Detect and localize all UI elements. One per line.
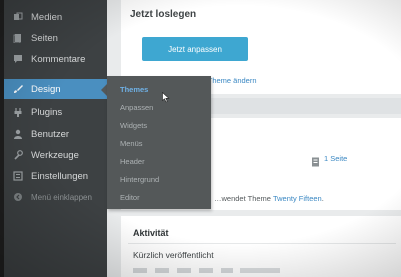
divider (128, 243, 396, 244)
design-submenu: Themes Anpassen Widgets Menüs Header Hin… (107, 76, 211, 209)
sidebar-item-design[interactable]: Design (4, 79, 107, 99)
sidebar-item-label: Einstellungen (31, 170, 89, 182)
plugin-icon (13, 107, 23, 117)
sidebar-item-label: Design (31, 83, 61, 95)
theme-info-suffix: . (321, 194, 324, 203)
media-icon (13, 12, 23, 22)
sidebar-item-label: Benutzer (31, 128, 70, 140)
sidebar-item-users[interactable]: Benutzer (4, 124, 107, 144)
submenu-item-themes[interactable]: Themes (120, 85, 148, 94)
activity-row-blurred (240, 268, 280, 273)
pages-count-icon (311, 154, 320, 172)
pages-icon (13, 33, 23, 43)
sidebar-item-tools[interactable]: Werkzeuge (4, 145, 107, 165)
sidebar-item-settings[interactable]: Einstellungen (4, 166, 107, 186)
collapse-icon (13, 192, 23, 202)
submenu-item-menus[interactable]: Menüs (120, 139, 143, 148)
admin-sidebar: Medien Seiten Kommentare Design Plugins (4, 0, 107, 277)
settings-icon (13, 171, 23, 181)
theme-info: …wendet Theme Twenty Fifteen. (214, 194, 324, 203)
wp-admin-screen: Medien Seiten Kommentare Design Plugins (4, 0, 401, 277)
comments-icon (13, 54, 23, 64)
sidebar-item-label: Plugins (31, 106, 63, 118)
welcome-heading: Jetzt loslegen (130, 9, 197, 20)
activity-heading: Aktivität (133, 228, 169, 238)
recently-published-heading: Kürzlich veröffentlicht (133, 250, 214, 260)
user-icon (13, 129, 23, 139)
sidebar-item-label: Seiten (31, 32, 58, 44)
theme-info-prefix: …wendet Theme (214, 194, 273, 203)
activity-row-blurred (133, 268, 233, 273)
sidebar-item-media[interactable]: Medien (4, 7, 107, 27)
collapse-menu-button[interactable]: Menü einklappen (4, 187, 107, 207)
sidebar-item-label: Medien (31, 11, 63, 23)
mouse-pointer-icon (162, 90, 170, 108)
sidebar-item-pages[interactable]: Seiten (4, 28, 107, 48)
brush-icon (13, 84, 23, 94)
theme-name-link[interactable]: Twenty Fifteen (273, 194, 322, 203)
submenu-item-header[interactable]: Header (120, 157, 145, 166)
sidebar-item-plugins[interactable]: Plugins (4, 102, 107, 122)
sidebar-item-label: Menü einklappen (31, 192, 92, 202)
sidebar-item-comments[interactable]: Kommentare (4, 49, 107, 69)
submenu-item-widgets[interactable]: Widgets (120, 121, 147, 130)
sidebar-item-label: Kommentare (31, 53, 86, 65)
sidebar-item-label: Werkzeuge (31, 149, 79, 161)
pages-count-link[interactable]: 1 Seite (324, 154, 347, 163)
submenu-item-background[interactable]: Hintergrund (120, 175, 159, 184)
submenu-item-customize[interactable]: Anpassen (120, 103, 153, 112)
wrench-icon (13, 150, 23, 160)
submenu-item-editor[interactable]: Editor (120, 193, 140, 202)
customize-button[interactable]: Jetzt anpassen (142, 37, 248, 61)
